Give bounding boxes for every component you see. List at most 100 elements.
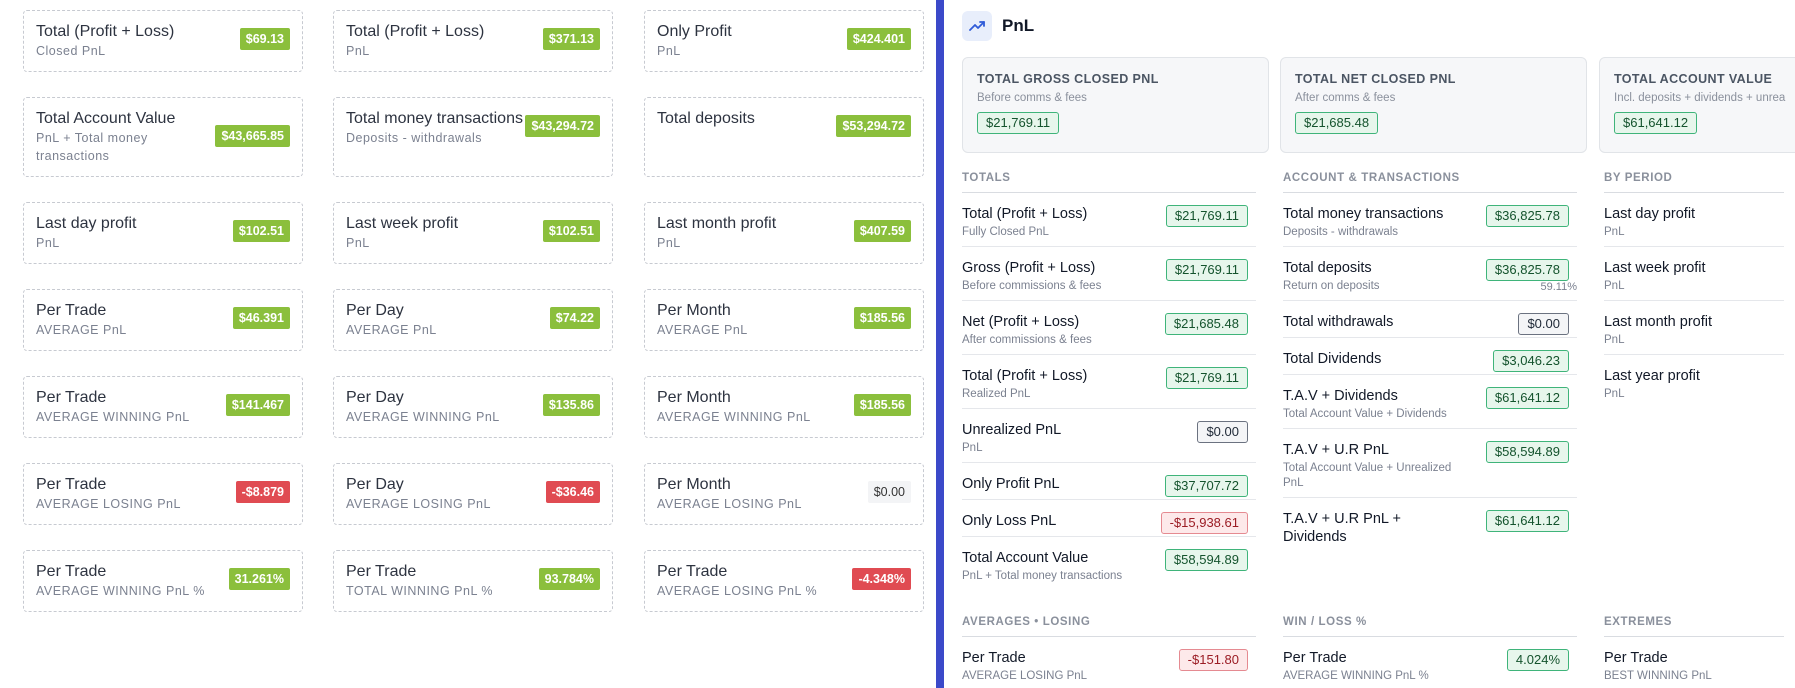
stat-card-value: -$8.879	[235, 481, 290, 503]
page-title: PnL	[1002, 16, 1035, 35]
list-item: T.A.V + U.R PnL + Dividends $61,641.12	[1283, 498, 1577, 552]
row-subtitle: Fully Closed PnL	[962, 226, 1049, 238]
stat-card-value: $0.00	[867, 481, 911, 503]
row-subtitle: Deposits - withdrawals	[1283, 226, 1399, 238]
section-heading: WIN / LOSS %	[1283, 616, 1577, 637]
stat-card-value: $371.13	[542, 28, 600, 50]
stat-card[interactable]: Per Trade AVERAGE WINNING PnL % 31.261%	[23, 550, 303, 612]
stat-card-value: $43,665.85	[215, 125, 290, 147]
stat-card[interactable]: Total (Profit + Loss) Closed PnL $69.13	[23, 10, 303, 72]
stat-card[interactable]: Per Month AVERAGE LOSING PnL $0.00	[644, 463, 924, 525]
stat-card[interactable]: Last day profit PnL $102.51	[23, 202, 303, 264]
row-title: Total (Profit + Loss)	[962, 206, 1088, 222]
list-item: Only Loss PnL -$15,938.61	[962, 500, 1256, 537]
row-title: Per Trade	[1283, 650, 1347, 666]
row-title: Total Dividends	[1283, 351, 1382, 367]
summary-card-subtitle: After comms & fees	[1295, 92, 1396, 104]
stat-card[interactable]: Per Day AVERAGE PnL $74.22	[333, 289, 613, 351]
summary-card: TOTAL GROSS CLOSED PNL Before comms & fe…	[962, 57, 1269, 153]
stat-card[interactable]: Per Trade AVERAGE LOSING PnL -$8.879	[23, 463, 303, 525]
trending-up-icon	[962, 11, 992, 41]
stat-card-value: $424.401	[846, 28, 911, 50]
section-heading: ACCOUNT & TRANSACTIONS	[1283, 172, 1577, 193]
row-title: Total (Profit + Loss)	[962, 368, 1088, 384]
row-subtitle: PnL	[1604, 334, 1625, 346]
stat-card[interactable]: Total Account Value PnL + Total money tr…	[23, 97, 303, 177]
stat-card[interactable]: Per Month AVERAGE PnL $185.56	[644, 289, 924, 351]
list-item: Total Account Value PnL + Total money tr…	[962, 537, 1256, 590]
summary-card-title: TOTAL ACCOUNT VALUE	[1614, 72, 1773, 86]
section-heading: TOTALS	[962, 172, 1256, 193]
row-title: T.A.V + U.R PnL	[1283, 442, 1389, 458]
row-value: -$15,938.61	[1160, 512, 1248, 534]
row-subtitle: Realized PnL	[962, 388, 1031, 400]
app-root: Total (Profit + Loss) Closed PnL $69.13 …	[0, 0, 1795, 688]
row-value: $21,769.11	[1165, 259, 1248, 281]
row-title: Per Trade	[962, 650, 1026, 666]
row-title: Gross (Profit + Loss)	[962, 260, 1096, 276]
list-item: Gross (Profit + Loss) Before commissions…	[962, 247, 1256, 301]
stat-card[interactable]: Per Trade AVERAGE LOSING PnL % -4.348%	[644, 550, 924, 612]
stat-card[interactable]: Last week profit PnL $102.51	[333, 202, 613, 264]
row-value: $0.00	[1197, 421, 1248, 443]
row-title: Last week profit	[1604, 260, 1706, 276]
row-subtitle: AVERAGE WINNING PnL %	[1283, 670, 1429, 682]
pnl-panel: PnL TOTAL GROSS CLOSED PNL Before comms …	[944, 0, 1795, 688]
section-extremes: EXTREMES Per Trade BEST WINNING PnL	[1604, 616, 1784, 688]
list-item: Per Trade AVERAGE WINNING PnL % 4.024%	[1283, 637, 1577, 688]
stat-card[interactable]: Per Trade AVERAGE PnL $46.391	[23, 289, 303, 351]
summary-card-title: TOTAL NET CLOSED PNL	[1295, 72, 1456, 86]
row-title: Only Profit PnL	[962, 476, 1060, 492]
stat-card[interactable]: Last month profit PnL $407.59	[644, 202, 924, 264]
row-title: Per Trade	[1604, 650, 1668, 666]
list-item: Total (Profit + Loss) Realized PnL $21,7…	[962, 355, 1256, 409]
stat-card[interactable]: Per Trade AVERAGE WINNING PnL $141.467	[23, 376, 303, 438]
row-subtitle: Return on deposits	[1283, 280, 1380, 292]
stat-card[interactable]: Per Trade TOTAL WINNING PnL % 93.784%	[333, 550, 613, 612]
summary-card-value: $21,769.11	[977, 112, 1060, 134]
section-heading: AVERAGES • LOSING	[962, 616, 1256, 637]
list-item: Only Profit PnL $37,707.72	[962, 463, 1256, 500]
list-item: T.A.V + Dividends Total Account Value + …	[1283, 375, 1577, 429]
stat-card-value: $46.391	[232, 307, 290, 329]
summary-card-subtitle: Before comms & fees	[977, 92, 1087, 104]
stat-card-value: $135.86	[542, 394, 600, 416]
stat-card[interactable]: Per Day AVERAGE WINNING PnL $135.86	[333, 376, 613, 438]
stat-card[interactable]: Per Month AVERAGE WINNING PnL $185.56	[644, 376, 924, 438]
row-subtitle: Total Account Value + Dividends	[1283, 408, 1447, 420]
row-title: Only Loss PnL	[962, 513, 1057, 529]
return-percent: 59.11%	[1540, 281, 1578, 293]
list-item: Total (Profit + Loss) Fully Closed PnL $…	[962, 193, 1256, 247]
row-value: $58,594.89	[1164, 549, 1248, 571]
panel-divider[interactable]	[936, 0, 944, 688]
summary-card-subtitle: Incl. deposits + dividends + unrea	[1614, 92, 1786, 104]
row-subtitle: PnL + Total money transactions	[962, 570, 1123, 582]
row-value: $61,641.12	[1485, 510, 1569, 532]
row-subtitle: BEST WINNING PnL	[1604, 670, 1712, 682]
list-item: Unrealized PnL PnL $0.00	[962, 409, 1256, 463]
list-item: Total deposits Return on deposits $36,82…	[1283, 247, 1577, 301]
list-item: Last month profit PnL	[1604, 301, 1784, 355]
list-item: T.A.V + U.R PnL Total Account Value + Un…	[1283, 429, 1577, 498]
stat-card[interactable]: Total (Profit + Loss) PnL $371.13	[333, 10, 613, 72]
stat-card-value: $102.51	[542, 220, 600, 242]
stat-card[interactable]: Total money transactions Deposits - with…	[333, 97, 613, 177]
row-title: T.A.V + U.R PnL + Dividends	[1283, 511, 1401, 545]
summary-card-value: $61,641.12	[1614, 112, 1698, 134]
row-title: Unrealized PnL	[962, 422, 1062, 438]
row-subtitle: After commissions & fees	[962, 334, 1092, 346]
list-item: Last day profit PnL	[1604, 193, 1784, 247]
summary-card: TOTAL ACCOUNT VALUE Incl. deposits + div…	[1599, 57, 1795, 153]
stat-card-value: -4.348%	[852, 568, 911, 590]
row-title: Total withdrawals	[1283, 314, 1394, 330]
row-title: Last day profit	[1604, 206, 1696, 222]
stat-card[interactable]: Per Day AVERAGE LOSING PnL -$36.46	[333, 463, 613, 525]
row-value: $21,769.11	[1165, 367, 1248, 389]
list-item: Total money transactions Deposits - with…	[1283, 193, 1577, 247]
stat-card-value: $74.22	[549, 307, 600, 329]
list-item: Per Trade BEST WINNING PnL	[1604, 637, 1784, 688]
summary-card-title: TOTAL GROSS CLOSED PNL	[977, 72, 1159, 86]
row-value: -$151.80	[1178, 649, 1248, 671]
stat-card[interactable]: Only Profit PnL $424.401	[644, 10, 924, 72]
stat-card[interactable]: Total deposits $53,294.72	[644, 97, 924, 177]
